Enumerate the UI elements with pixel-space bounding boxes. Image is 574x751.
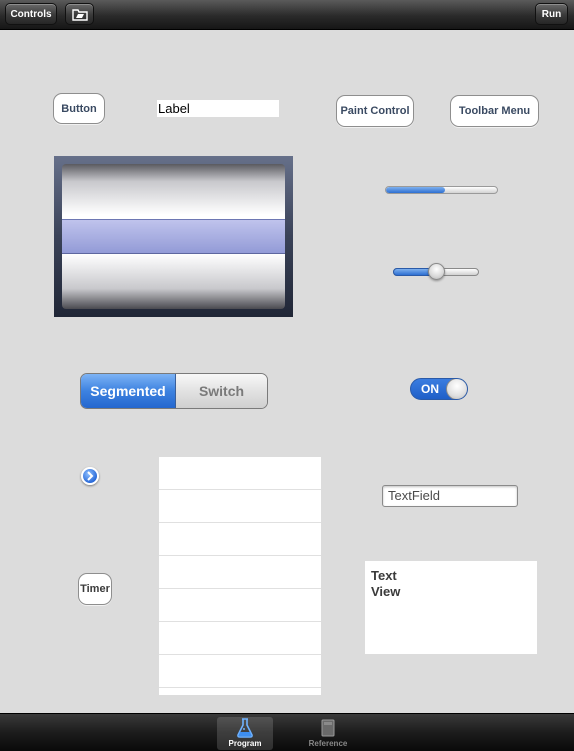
folder-button[interactable] — [65, 3, 94, 25]
folder-icon — [71, 9, 88, 21]
toolbar-menu-button[interactable]: Toolbar Menu — [450, 95, 539, 127]
tab-label: Program — [228, 739, 262, 748]
run-button[interactable]: Run — [535, 3, 568, 25]
text-view[interactable]: Text View — [365, 561, 537, 654]
text-view-line: View — [371, 584, 401, 599]
table-row[interactable] — [159, 622, 321, 655]
switch-control[interactable]: ON — [410, 378, 468, 400]
book-icon — [321, 719, 335, 737]
table-row[interactable] — [159, 655, 321, 688]
tab-bar: Program Reference — [0, 713, 574, 751]
segment-segmented[interactable]: Segmented — [81, 374, 176, 408]
tab-program[interactable]: Program — [217, 717, 273, 750]
chevron-right-icon — [87, 471, 94, 481]
tab-reference[interactable]: Reference — [300, 717, 356, 750]
flask-icon — [237, 718, 253, 738]
top-toolbar: Controls Run — [0, 0, 574, 30]
table-row[interactable] — [159, 457, 321, 490]
table-view[interactable] — [159, 457, 321, 695]
segment-switch[interactable]: Switch — [176, 374, 267, 408]
slider-thumb[interactable] — [427, 263, 445, 280]
text-view-line: Text — [371, 568, 397, 583]
paint-control-button[interactable]: Paint Control — [336, 95, 414, 127]
table-row[interactable] — [159, 589, 321, 622]
table-row[interactable] — [159, 556, 321, 589]
timer-button[interactable]: Timer — [78, 573, 112, 605]
switch-knob — [446, 379, 467, 399]
switch-label: ON — [421, 382, 439, 396]
progress-fill — [386, 187, 445, 193]
table-row[interactable] — [159, 490, 321, 523]
controls-button[interactable]: Controls — [5, 3, 57, 25]
picker-selection-bar — [62, 219, 285, 254]
label-control: Label — [157, 100, 279, 117]
text-field[interactable]: TextField — [382, 485, 518, 507]
button-control[interactable]: Button — [53, 93, 105, 124]
tab-label: Reference — [308, 739, 348, 748]
detail-disclosure-button[interactable] — [81, 467, 99, 485]
table-row[interactable] — [159, 523, 321, 556]
progress-view — [385, 186, 498, 194]
segmented-control[interactable]: Segmented Switch — [80, 373, 268, 409]
